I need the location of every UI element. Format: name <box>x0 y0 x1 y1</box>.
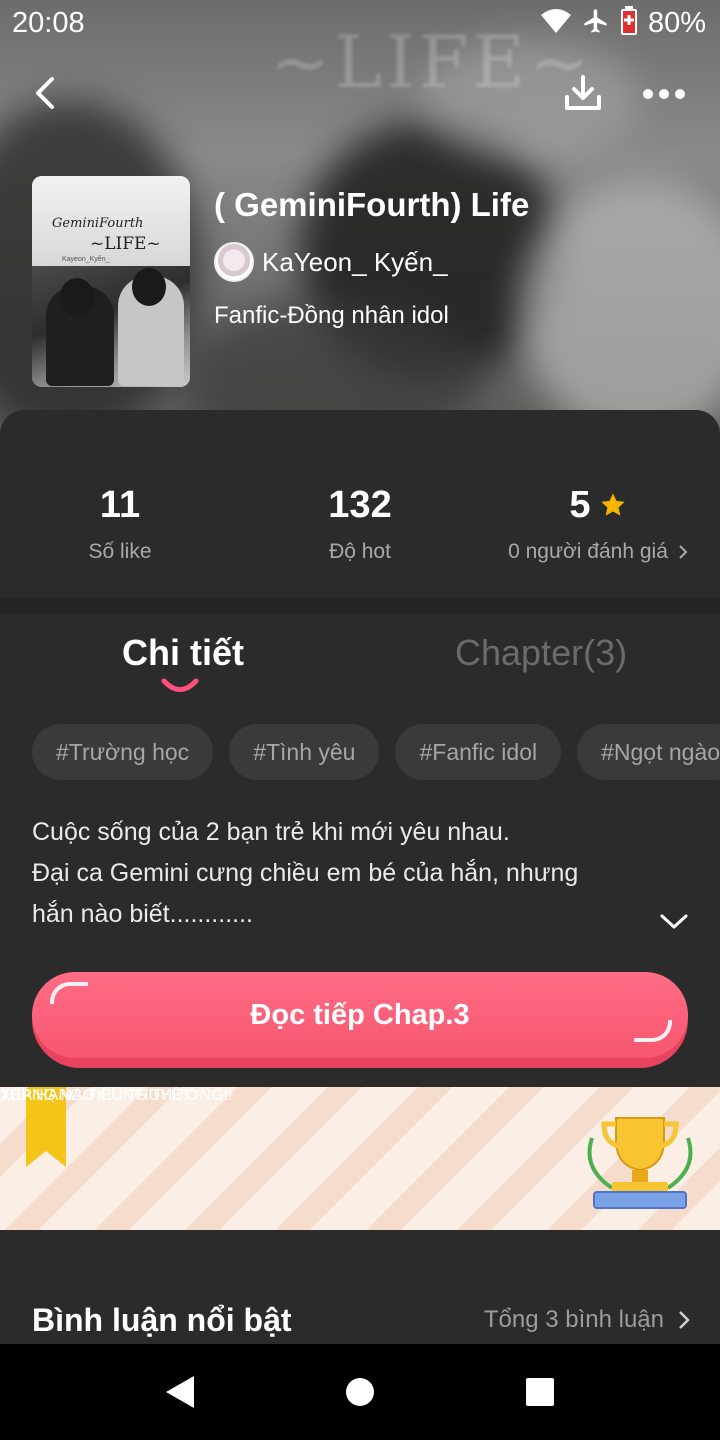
author-link[interactable]: KaYeon_ Kyến_ <box>214 242 448 282</box>
circle-home-icon <box>346 1378 374 1406</box>
tag-chip[interactable]: #Tình yêu <box>229 724 380 780</box>
tab-detail[interactable]: Chi tiết <box>122 632 244 674</box>
status-bar: 20:08 80% <box>0 0 720 50</box>
star-icon <box>600 493 625 516</box>
cover-title-line1: GeminiFourth <box>52 216 144 231</box>
download-button[interactable] <box>560 70 606 116</box>
description-line: Cuộc sống của 2 bạn trẻ khi mới yêu nhau… <box>32 818 510 846</box>
chevron-left-icon <box>36 77 54 109</box>
description-line: Đại ca Gemini cưng chiều em bé của hắn, … <box>32 859 579 887</box>
book-title: ( GeminiFourth) Life <box>214 186 530 223</box>
likes-label: Số like <box>88 540 152 563</box>
stats-row: 11 Số like 132 Độ hot 5 0 người đánh giá <box>0 482 720 582</box>
tag-chip[interactable]: #Trường học <box>32 724 214 780</box>
tag-chip[interactable]: #Ngọt ngào <box>577 724 720 780</box>
system-back-button[interactable] <box>150 1344 210 1440</box>
battery-icon <box>620 6 638 41</box>
continue-reading-label: Đọc tiếp Chap.3 <box>250 998 470 1031</box>
tag-chip[interactable]: #Fanfic idol <box>395 724 562 780</box>
chevron-right-icon <box>679 545 688 559</box>
rating-label: 0 người đánh giá <box>508 540 668 563</box>
expand-description-button[interactable] <box>656 906 692 936</box>
system-recents-button[interactable] <box>510 1344 570 1440</box>
hot-label: Độ hot <box>329 540 391 563</box>
cover-subtitle: Kayeon_Kyến_ <box>62 256 110 263</box>
tab-chapter[interactable]: Chapter(3) <box>455 632 627 674</box>
section-divider <box>0 598 720 614</box>
continue-reading-button[interactable]: Đọc tiếp Chap.3 <box>32 972 688 1068</box>
book-genre[interactable]: Fanfic-Đồng nhân idol <box>214 302 449 330</box>
trophy-icon <box>587 1117 693 1209</box>
comments-total-link[interactable]: Tổng 3 bình luận <box>484 1306 690 1334</box>
tab-active-indicator <box>161 678 199 692</box>
chevron-right-icon <box>679 1311 690 1329</box>
square-recents-icon <box>526 1378 554 1406</box>
stat-likes: 11 Số like <box>0 482 240 564</box>
stat-hot: 132 Độ hot <box>240 482 480 564</box>
more-dots-icon <box>643 89 685 99</box>
download-icon <box>565 75 601 110</box>
author-name: KaYeon_ Kyến_ <box>262 246 448 277</box>
likes-count: 11 <box>99 483 141 526</box>
book-description: Cuộc sống của 2 bạn trẻ khi mới yêu nhau… <box>32 812 652 935</box>
chevron-down-icon <box>660 914 688 929</box>
system-home-button[interactable] <box>330 1344 390 1440</box>
comments-total-label: Tổng 3 bình luận <box>483 1306 664 1333</box>
system-navigation-bar <box>0 1344 720 1440</box>
airplane-icon <box>582 7 610 40</box>
rating-score: 5 <box>569 483 591 526</box>
status-time: 20:08 <box>12 7 85 39</box>
wifi-icon <box>540 8 572 39</box>
description-line: hắn nào biết............ <box>32 900 253 928</box>
triangle-back-icon <box>166 1376 194 1408</box>
featured-comments-title: Bình luận nổi bật <box>32 1302 292 1338</box>
battery-percent: 80% <box>647 7 706 39</box>
more-options-button[interactable] <box>638 72 690 116</box>
hot-count: 132 <box>328 483 392 526</box>
author-avatar <box>214 242 254 282</box>
back-button[interactable] <box>22 70 68 116</box>
banner-line2: THÁNG NÀO CŨNG THƯỞNG!! <box>0 1087 233 1104</box>
stat-rating[interactable]: 5 0 người đánh giá <box>478 482 718 564</box>
book-cover[interactable]: GeminiFourth ~LIFE~ Kayeon_Kyến_ <box>32 176 190 387</box>
cover-title-line2: ~LIFE~ <box>90 234 161 254</box>
tag-list: #Trường học #Tình yêu #Fanfic idol #Ngọt… <box>32 724 720 780</box>
